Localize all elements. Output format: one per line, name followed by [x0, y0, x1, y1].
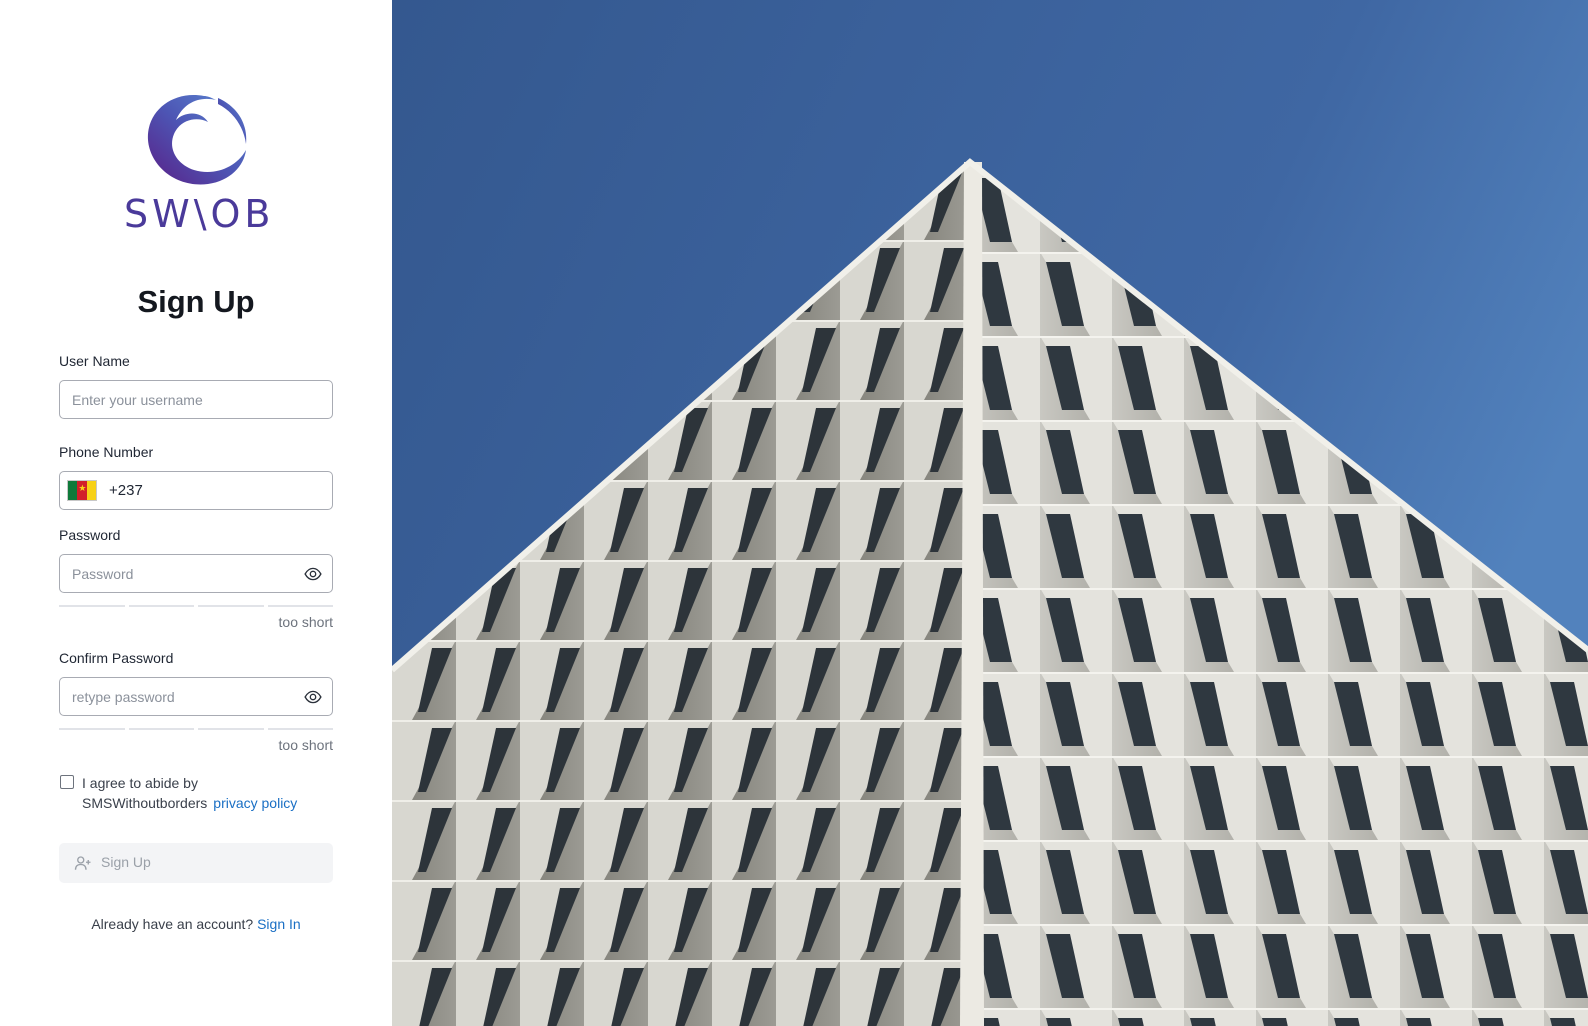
cameroon-flag-icon[interactable]: ★	[67, 480, 97, 501]
user-plus-icon	[74, 856, 91, 870]
privacy-policy-link[interactable]: privacy policy	[213, 795, 297, 811]
agreement-text: I agree to abide by SMSWithoutborders pri…	[82, 773, 332, 813]
password-strength-text: too short	[278, 614, 333, 630]
confirm-password-strength-meter	[59, 728, 333, 730]
sign-in-link[interactable]: Sign In	[257, 916, 301, 932]
password-label: Password	[59, 527, 121, 543]
eye-icon[interactable]	[304, 565, 322, 583]
confirm-password-label: Confirm Password	[59, 650, 174, 666]
confirm-password-placeholder: retype password	[72, 689, 175, 705]
swob-logo: SW\OB	[124, 88, 270, 236]
agreement-label: I agree to abide by SMSWithoutborders	[82, 775, 208, 811]
sign-up-button-label: Sign Up	[101, 854, 151, 870]
confirm-password-strength-text: too short	[278, 737, 333, 753]
sign-up-button[interactable]: Sign Up	[59, 843, 333, 883]
signin-prompt: Already have an account? Sign In	[0, 916, 392, 932]
hero-panel	[392, 0, 1588, 1026]
password-placeholder: Password	[72, 566, 134, 582]
building-facade-photo	[392, 0, 1588, 1026]
username-label: User Name	[59, 353, 130, 369]
confirm-password-input[interactable]: retype password	[59, 677, 333, 716]
page-title: Sign Up	[137, 284, 255, 319]
username-placeholder: Enter your username	[72, 392, 203, 408]
country-code: +237	[109, 482, 143, 499]
phone-input[interactable]: ★ +237	[59, 471, 333, 510]
swob-logo-mark-icon	[147, 95, 247, 185]
password-strength-meter	[59, 605, 333, 607]
eye-icon[interactable]	[304, 688, 322, 706]
logo-wordmark: SW\OB	[124, 192, 275, 236]
signin-prompt-text: Already have an account?	[91, 916, 254, 932]
password-input[interactable]: Password	[59, 554, 333, 593]
agree-checkbox[interactable]	[60, 775, 74, 789]
username-input[interactable]: Enter your username	[59, 380, 333, 419]
signup-panel: SW\OB Sign Up User Name Enter your usern…	[0, 0, 392, 1026]
phone-label: Phone Number	[59, 444, 154, 460]
